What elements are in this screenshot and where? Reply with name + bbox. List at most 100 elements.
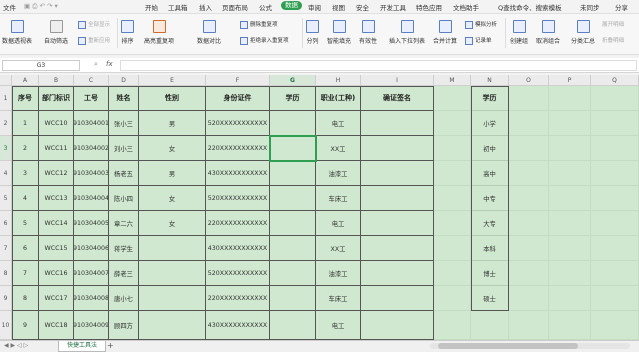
empty-cell[interactable] bbox=[509, 186, 549, 211]
empty-cell[interactable] bbox=[591, 211, 639, 236]
empty-cell[interactable] bbox=[549, 186, 591, 211]
consolidate-button[interactable]: 合并计算 bbox=[433, 20, 457, 45]
row-header-3[interactable]: 3 bbox=[0, 136, 12, 161]
expand-detail-button[interactable]: 展开明细 bbox=[602, 20, 624, 28]
table-cell-seq[interactable]: 4 bbox=[12, 186, 39, 211]
autofilter-button[interactable]: 自动筛选 bbox=[44, 20, 68, 45]
table-cell-dept-id[interactable]: WCC12 bbox=[39, 161, 74, 186]
education-list-item[interactable]: 大专 bbox=[471, 211, 509, 236]
table-cell-emp-no[interactable]: 910304006 bbox=[74, 236, 109, 261]
col-header-o[interactable]: O bbox=[509, 75, 549, 86]
table-cell-education[interactable] bbox=[270, 136, 316, 161]
table-cell-dept-id[interactable]: WCC18 bbox=[39, 311, 74, 340]
col-header-e[interactable]: E bbox=[139, 75, 206, 86]
table-cell-gender[interactable]: 男 bbox=[139, 111, 206, 136]
table-cell-emp-no[interactable]: 910304005 bbox=[74, 211, 109, 236]
table-cell-dept-id[interactable]: WCC15 bbox=[39, 236, 74, 261]
delete-duplicates-button[interactable]: 删除重复项 bbox=[240, 20, 278, 29]
table-cell-emp-no[interactable]: 910304001 bbox=[74, 111, 109, 136]
show-all-button[interactable]: 全部显示 bbox=[78, 20, 110, 29]
table-cell-gender[interactable] bbox=[139, 286, 206, 311]
add-sheet-button[interactable]: + bbox=[107, 341, 114, 351]
table-cell-name[interactable]: 杨老五 bbox=[109, 161, 139, 186]
table-cell-gender[interactable] bbox=[139, 236, 206, 261]
table-cell-name[interactable]: 顾四方 bbox=[109, 311, 139, 340]
menu-layout[interactable]: 页面布局 bbox=[222, 2, 248, 12]
empty-cell[interactable] bbox=[434, 136, 471, 161]
validity-button[interactable]: 有效性 bbox=[359, 20, 377, 45]
table-cell-occupation[interactable]: XX工 bbox=[316, 236, 361, 261]
menu-special[interactable]: 特色应用 bbox=[416, 2, 442, 12]
col-header-m[interactable]: M bbox=[434, 75, 471, 86]
menu-insert[interactable]: 插入 bbox=[199, 2, 212, 12]
table-cell-id-card[interactable]: 520XXXXXXXXXXX bbox=[206, 261, 270, 286]
col-header-d[interactable]: D bbox=[109, 75, 139, 86]
col-header-g[interactable]: G bbox=[270, 75, 316, 86]
table-cell-signature[interactable] bbox=[361, 186, 434, 211]
table-cell-dept-id[interactable]: WCC13 bbox=[39, 186, 74, 211]
simulate-analysis-button[interactable]: 模拟分析 bbox=[465, 20, 497, 29]
empty-cell[interactable] bbox=[549, 311, 591, 340]
table-header-signature[interactable]: 确证签名 bbox=[361, 86, 434, 111]
table-cell-emp-no[interactable]: 910304003 bbox=[74, 161, 109, 186]
row-header-2[interactable]: 2 bbox=[0, 111, 12, 136]
table-cell-signature[interactable] bbox=[361, 261, 434, 286]
table-cell-id-card[interactable]: 520XXXXXXXXXXX bbox=[206, 186, 270, 211]
reject-duplicates-button[interactable]: 拒绝录入重复项 bbox=[240, 36, 289, 45]
col-header-i[interactable]: I bbox=[361, 75, 434, 86]
education-list-item[interactable]: 本科 bbox=[471, 236, 509, 261]
table-cell-signature[interactable] bbox=[361, 136, 434, 161]
row-header-7[interactable]: 7 bbox=[0, 236, 12, 261]
table-cell-dept-id[interactable]: WCC10 bbox=[39, 111, 74, 136]
table-cell-id-card[interactable]: 430XXXXXXXXXXX bbox=[206, 236, 270, 261]
table-cell-signature[interactable] bbox=[361, 236, 434, 261]
row-header-5[interactable]: 5 bbox=[0, 186, 12, 211]
table-cell-education[interactable] bbox=[270, 211, 316, 236]
select-all-corner[interactable] bbox=[0, 75, 12, 86]
search-command[interactable]: Q查找命令、搜索模板 bbox=[498, 2, 562, 12]
menu-review[interactable]: 审阅 bbox=[308, 2, 321, 12]
table-cell-education[interactable] bbox=[270, 111, 316, 136]
table-cell-emp-no[interactable]: 910304004 bbox=[74, 186, 109, 211]
table-header-occupation[interactable]: 职业(工种) bbox=[316, 86, 361, 111]
sheet-tab[interactable]: 快捷工具法 bbox=[58, 341, 107, 352]
row-header-4[interactable]: 4 bbox=[0, 161, 12, 186]
table-cell-seq[interactable]: 7 bbox=[12, 261, 39, 286]
empty-cell[interactable] bbox=[549, 161, 591, 186]
smart-fill-button[interactable]: 智能填充 bbox=[327, 20, 351, 45]
pivot-table-button[interactable]: 数据透视表 bbox=[2, 20, 32, 45]
empty-cell[interactable] bbox=[509, 286, 549, 311]
table-cell-gender[interactable] bbox=[139, 311, 206, 340]
table-cell-name[interactable]: 薛老三 bbox=[109, 261, 139, 286]
share-button[interactable]: 分享 bbox=[615, 2, 628, 12]
table-cell-emp-no[interactable]: 910304009 bbox=[74, 311, 109, 340]
education-list-item[interactable]: 小学 bbox=[471, 111, 509, 136]
col-header-n[interactable]: N bbox=[471, 75, 509, 86]
menu-view[interactable]: 视图 bbox=[332, 2, 345, 12]
education-list-item[interactable]: 博士 bbox=[471, 261, 509, 286]
table-header-name[interactable]: 姓名 bbox=[109, 86, 139, 111]
split-column-button[interactable]: 分列 bbox=[306, 20, 319, 45]
table-cell-occupation[interactable]: 电工 bbox=[316, 311, 361, 340]
data-compare-button[interactable]: 数据对比 bbox=[197, 20, 221, 45]
empty-cell[interactable] bbox=[549, 236, 591, 261]
empty-cell[interactable] bbox=[434, 111, 471, 136]
table-header-seq[interactable]: 序号 bbox=[12, 86, 39, 111]
row-header-1[interactable]: 1 bbox=[0, 86, 12, 111]
empty-cell[interactable] bbox=[549, 136, 591, 161]
table-cell-emp-no[interactable]: 910304007 bbox=[74, 261, 109, 286]
empty-cell[interactable] bbox=[509, 311, 549, 340]
table-cell-signature[interactable] bbox=[361, 211, 434, 236]
table-cell-id-card[interactable]: 430XXXXXXXXXXX bbox=[206, 161, 270, 186]
education-list-item[interactable]: 硕士 bbox=[471, 286, 509, 311]
empty-cell[interactable] bbox=[434, 86, 471, 111]
empty-cell[interactable] bbox=[434, 236, 471, 261]
quick-access-icons[interactable]: ▣ ⎙ ↶ ↷ ▾ bbox=[24, 2, 58, 11]
empty-cell[interactable] bbox=[549, 86, 591, 111]
empty-cell[interactable] bbox=[509, 261, 549, 286]
table-cell-seq[interactable]: 6 bbox=[12, 236, 39, 261]
menu-assistant[interactable]: 文档助手 bbox=[453, 2, 479, 12]
table-cell-dept-id[interactable]: WCC11 bbox=[39, 136, 74, 161]
table-cell-id-card[interactable]: 220XXXXXXXXXXX bbox=[206, 211, 270, 236]
table-cell-gender[interactable]: 男 bbox=[139, 161, 206, 186]
